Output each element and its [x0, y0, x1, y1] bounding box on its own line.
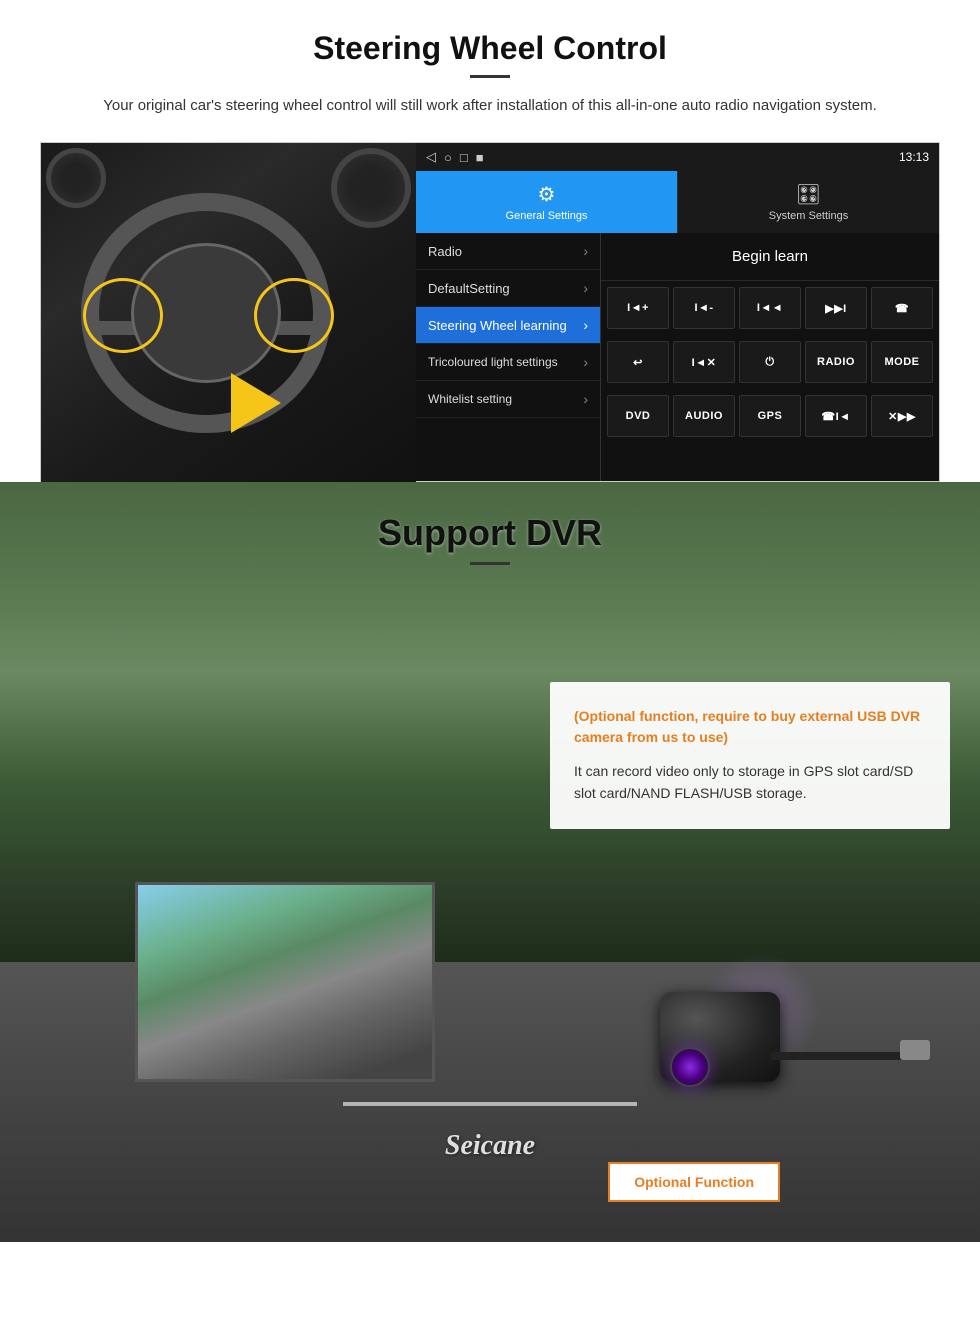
system-icon: 🎛 — [796, 182, 821, 207]
ctrl-prev[interactable]: I◄◄ — [739, 287, 801, 329]
ctrl-back[interactable]: ↩ — [607, 341, 669, 383]
seicane-logo: Seicane — [445, 1130, 535, 1162]
steering-wheel — [71, 173, 371, 453]
android-sidebar: Radio › DefaultSetting › Steering Wheel … — [416, 233, 601, 481]
dvr-usb-connector — [900, 1040, 930, 1060]
system-settings-btn[interactable]: 🎛 System Settings — [677, 171, 939, 233]
chevron-default: › — [583, 280, 588, 296]
ctrl-mode[interactable]: MODE — [871, 341, 933, 383]
dvr-divider — [470, 562, 510, 565]
sidebar-item-defaultsetting[interactable]: DefaultSetting › — [416, 270, 600, 307]
ui-mockup: ◁ ○ □ ■ 13:13 ⚙ General Settings 🎛 Syste… — [40, 142, 940, 482]
ctrl-vol-up[interactable]: I◄+ — [607, 287, 669, 329]
dvr-body — [660, 992, 780, 1082]
sidebar-radio-label: Radio — [428, 244, 462, 259]
android-top-menu: ⚙ General Settings 🎛 System Settings — [416, 171, 939, 233]
ctrl-tel-next[interactable]: ✕▶▶ — [871, 395, 933, 437]
dvr-device — [620, 942, 940, 1142]
chevron-radio: › — [583, 243, 588, 259]
ctrl-power[interactable]: ⏻ — [739, 341, 801, 383]
ctrl-phone[interactable]: ☎ — [871, 287, 933, 329]
menu-icon[interactable]: ■ — [476, 150, 484, 165]
title-divider — [470, 75, 510, 78]
begin-learn-button[interactable]: Begin learn — [732, 248, 808, 265]
steering-wheel-photo — [41, 143, 416, 483]
ctrl-gps[interactable]: GPS — [739, 395, 801, 437]
control-grid-row1: I◄+ I◄- I◄◄ ▶▶I ☎ — [601, 281, 939, 335]
ctrl-radio[interactable]: RADIO — [805, 341, 867, 383]
statusbar-nav-icons: ◁ ○ □ ■ — [426, 149, 484, 165]
sidebar-item-whitelist[interactable]: Whitelist setting › — [416, 381, 600, 418]
dvr-title: Support DVR — [0, 512, 980, 554]
recents-icon[interactable]: □ — [460, 150, 468, 165]
android-content: Radio › DefaultSetting › Steering Wheel … — [416, 233, 939, 481]
sidebar-item-radio[interactable]: Radio › — [416, 233, 600, 270]
sidebar-item-steering-wheel[interactable]: Steering Wheel learning › — [416, 307, 600, 344]
dvr-title-area: Support DVR — [0, 482, 980, 565]
back-icon[interactable]: ◁ — [426, 149, 436, 165]
gear-icon: ⚙ — [538, 182, 556, 207]
android-statusbar: ◁ ○ □ ■ 13:13 — [416, 143, 939, 171]
steering-title: Steering Wheel Control — [40, 30, 940, 67]
sw-highlight-right — [254, 278, 334, 353]
home-icon[interactable]: ○ — [444, 150, 452, 165]
dvr-description: It can record video only to storage in G… — [574, 760, 926, 805]
dvr-section: Support DVR (Optional function, require … — [0, 482, 980, 1242]
sidebar-whitelist-label: Whitelist setting — [428, 392, 512, 406]
sidebar-item-tricoloured[interactable]: Tricoloured light settings › — [416, 344, 600, 381]
sidebar-tricoloured-label: Tricoloured light settings — [428, 355, 558, 369]
chevron-steering: › — [583, 317, 588, 333]
sidebar-default-label: DefaultSetting — [428, 281, 510, 296]
sw-arrow — [231, 373, 281, 433]
dvr-cable — [770, 1052, 910, 1060]
steering-description: Your original car's steering wheel contr… — [80, 94, 900, 118]
ctrl-tel-prev[interactable]: ☎I◄ — [805, 395, 867, 437]
chevron-tricoloured: › — [583, 354, 588, 370]
dvr-lens — [670, 1047, 710, 1087]
system-settings-label: System Settings — [769, 210, 848, 222]
control-grid-row3: DVD AUDIO GPS ☎I◄ ✕▶▶ — [601, 389, 939, 443]
dvr-optional-text: (Optional function, require to buy exter… — [574, 706, 926, 748]
ctrl-dvd[interactable]: DVD — [607, 395, 669, 437]
ctrl-audio[interactable]: AUDIO — [673, 395, 735, 437]
android-main-area: Begin learn I◄+ I◄- I◄◄ — [601, 233, 939, 481]
statusbar-time: 13:13 — [899, 150, 929, 164]
sidebar-steering-label: Steering Wheel learning — [428, 318, 567, 333]
chevron-whitelist: › — [583, 391, 588, 407]
begin-learn-row: Begin learn — [601, 233, 939, 281]
sw-highlight-left — [83, 278, 163, 353]
dvr-info-card: (Optional function, require to buy exter… — [550, 682, 950, 829]
ctrl-next[interactable]: ▶▶I — [805, 287, 867, 329]
dvr-video-inset — [135, 882, 435, 1082]
general-settings-btn[interactable]: ⚙ General Settings — [416, 171, 677, 233]
dvr-device-visual — [640, 952, 920, 1132]
ctrl-vol-down[interactable]: I◄- — [673, 287, 735, 329]
general-settings-label: General Settings — [506, 210, 588, 222]
control-grid-row2: ↩ I◄✕ ⏻ RADIO MODE — [601, 335, 939, 389]
road-line — [343, 1102, 637, 1106]
optional-function-button[interactable]: Optional Function — [608, 1162, 780, 1202]
android-ui-panel: ◁ ○ □ ■ 13:13 ⚙ General Settings 🎛 Syste… — [416, 143, 939, 481]
ctrl-mute[interactable]: I◄✕ — [673, 341, 735, 383]
steering-section: Steering Wheel Control Your original car… — [0, 0, 980, 482]
